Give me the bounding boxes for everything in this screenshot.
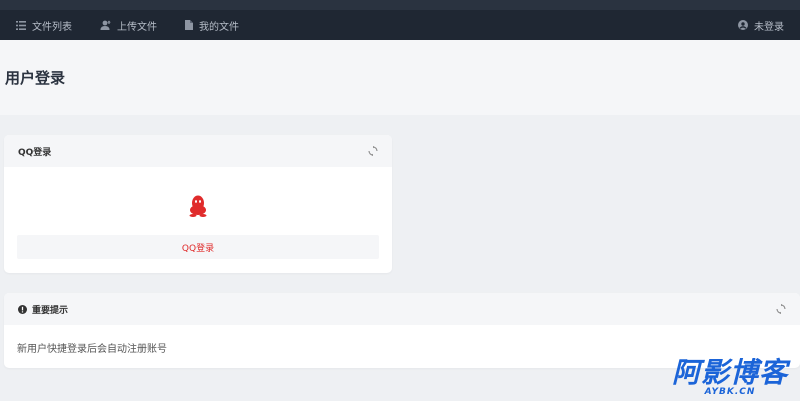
exclamation-circle-icon: [18, 304, 27, 314]
nav-item-label: 上传文件: [117, 21, 157, 33]
panel-header: 重要提示: [4, 293, 800, 325]
top-strip: [0, 0, 800, 10]
login-status-label: 未登录: [754, 21, 784, 33]
user-circle-icon: [738, 20, 748, 30]
page-header: 用户登录: [0, 40, 800, 115]
panel-body: QQ登录: [4, 167, 392, 273]
qq-login-panel: QQ登录 QQ登录: [4, 135, 392, 273]
qq-login-button[interactable]: QQ登录: [17, 235, 379, 259]
watermark-sub-text: AYBK.CN: [704, 387, 756, 397]
login-status-link[interactable]: 未登录: [738, 18, 784, 33]
refresh-icon[interactable]: [368, 146, 378, 156]
list-icon: [16, 20, 26, 30]
refresh-icon[interactable]: [776, 304, 786, 314]
nav-item-file-list[interactable]: 文件列表: [16, 18, 72, 33]
panel-title: 重要提示: [32, 305, 69, 316]
top-navbar: 文件列表 上传文件 我的文件 未登录: [0, 10, 800, 40]
panel-title: QQ登录: [18, 147, 52, 158]
page-title: 用户登录: [5, 69, 66, 87]
panel-header: QQ登录: [4, 135, 392, 167]
nav-item-label: 文件列表: [32, 21, 72, 33]
nav-item-my-files[interactable]: 我的文件: [185, 18, 239, 33]
nav-item-upload[interactable]: 上传文件: [100, 18, 157, 33]
upload-user-icon: [100, 20, 111, 30]
file-icon: [185, 20, 193, 30]
watermark-main-text: 阿影博客: [671, 356, 788, 389]
nav-item-label: 我的文件: [199, 21, 239, 33]
watermark-logo: 阿影博客 AYBK.CN: [672, 359, 788, 397]
qq-penguin-icon: [189, 195, 207, 217]
